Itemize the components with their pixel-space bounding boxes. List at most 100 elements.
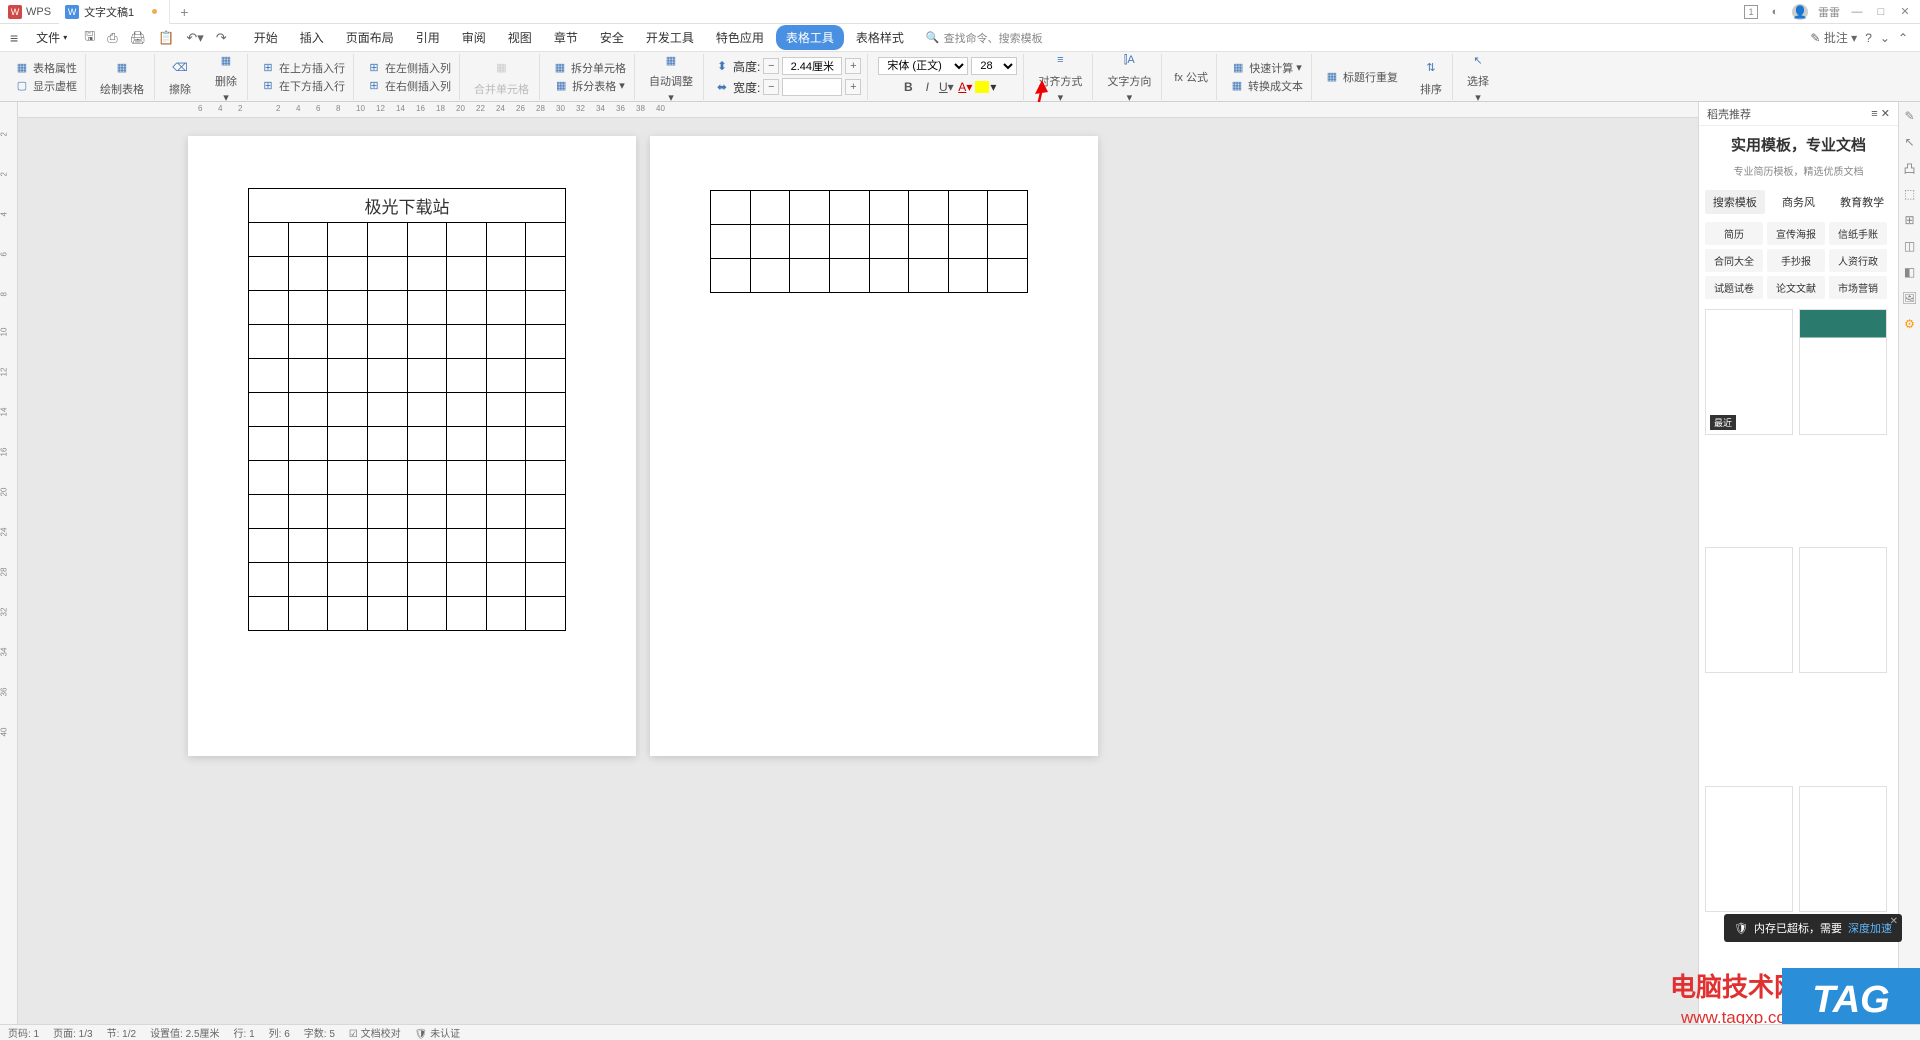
- spellcheck-button[interactable]: ☑ 文档校对: [349, 1025, 401, 1040]
- save-icon[interactable]: 🖫: [79, 25, 100, 51]
- panel-close-icon[interactable]: ✕: [1881, 108, 1890, 120]
- split-table-button[interactable]: ▦拆分表格 ▾: [551, 77, 627, 95]
- cat-hr[interactable]: 人资行政: [1829, 249, 1887, 272]
- sort-button[interactable]: ⇅排序: [1416, 57, 1446, 97]
- autofit-button[interactable]: ▦自动调整▾: [645, 49, 697, 104]
- status-words[interactable]: 字数: 5: [304, 1025, 335, 1040]
- template-thumb[interactable]: [1799, 547, 1887, 673]
- header-repeat-button[interactable]: ▦标题行重复: [1322, 68, 1400, 86]
- document-tab[interactable]: W 文字文稿1: [59, 0, 170, 24]
- cat-exam[interactable]: 试题试卷: [1705, 276, 1763, 299]
- hamburger-icon[interactable]: ≡: [4, 28, 24, 48]
- formula-button[interactable]: fx 公式: [1172, 68, 1210, 86]
- insert-row-above[interactable]: ⊞在上方插入行: [258, 59, 347, 77]
- insert-row-below[interactable]: ⊞在下方插入行: [258, 77, 347, 95]
- notif-link[interactable]: 深度加速: [1848, 920, 1892, 936]
- tab-security[interactable]: 安全: [590, 25, 634, 50]
- to-text-button[interactable]: ▦转换成文本: [1227, 77, 1305, 95]
- height-input[interactable]: [782, 57, 842, 75]
- select-button[interactable]: ↖选择▾: [1463, 49, 1493, 104]
- tool-limit-icon[interactable]: ⊞: [1902, 212, 1918, 228]
- fontcolor-button[interactable]: A▾: [956, 78, 974, 96]
- document-table-2[interactable]: [710, 190, 1028, 293]
- auth-status[interactable]: 🛡 未认证: [415, 1025, 460, 1040]
- undo-icon[interactable]: ↶▾: [181, 28, 208, 48]
- italic-button[interactable]: I: [918, 78, 936, 96]
- cat-market[interactable]: 市场营销: [1829, 276, 1887, 299]
- min-ribbon-icon[interactable]: ⌄: [1880, 31, 1890, 45]
- tab-section[interactable]: 章节: [544, 25, 588, 50]
- panel-pin-icon[interactable]: ≡: [1871, 108, 1877, 120]
- tab-insert[interactable]: 插入: [290, 25, 334, 50]
- width-dec[interactable]: −: [763, 79, 779, 95]
- erase-button[interactable]: ⌫擦除: [165, 57, 195, 97]
- minimize-button[interactable]: —: [1850, 5, 1864, 19]
- expand-icon[interactable]: ⌃: [1898, 31, 1908, 45]
- table-title-cell[interactable]: 极光下载站: [249, 189, 566, 223]
- text-dir-button[interactable]: ⫿A文字方向▾: [1103, 49, 1155, 104]
- tool-chart-icon[interactable]: ◫: [1902, 238, 1918, 254]
- tab-review[interactable]: 审阅: [452, 25, 496, 50]
- help-icon[interactable]: ?: [1865, 31, 1872, 45]
- template-thumb[interactable]: 最近: [1705, 309, 1793, 435]
- tab-special[interactable]: 特色应用: [706, 25, 774, 50]
- cat-contract[interactable]: 合同大全: [1705, 249, 1763, 272]
- tab-table-tools[interactable]: 表格工具: [776, 25, 844, 50]
- merge-cells-button[interactable]: ▦合并单元格: [470, 57, 533, 97]
- print-preview-icon[interactable]: ⎙: [102, 28, 122, 48]
- status-pages[interactable]: 页面: 1/3: [53, 1025, 92, 1040]
- new-tab-button[interactable]: +: [170, 4, 198, 20]
- cat-resume[interactable]: 简历: [1705, 222, 1763, 245]
- height-inc[interactable]: +: [845, 58, 861, 74]
- user-avatar[interactable]: 👤: [1792, 4, 1808, 20]
- tab-layout[interactable]: 页面布局: [336, 25, 404, 50]
- template-thumb[interactable]: [1799, 309, 1887, 435]
- bold-button[interactable]: B: [899, 78, 917, 96]
- skin-icon[interactable]: ◐: [1768, 5, 1782, 19]
- document-canvas[interactable]: 极光下载站: [18, 118, 1698, 1024]
- table-props-button[interactable]: ▦表格属性: [12, 59, 79, 77]
- tab-table-style[interactable]: 表格样式: [846, 25, 914, 50]
- side-tab-edu[interactable]: 教育教学: [1832, 190, 1892, 214]
- cat-poster[interactable]: 宣传海报: [1767, 222, 1825, 245]
- file-menu[interactable]: 文件 ▾: [26, 27, 77, 48]
- cat-hand[interactable]: 手抄报: [1767, 249, 1825, 272]
- tool-shape-icon[interactable]: ⬚: [1902, 186, 1918, 202]
- document-table-1[interactable]: 极光下载站: [248, 188, 566, 631]
- tab-dev[interactable]: 开发工具: [636, 25, 704, 50]
- template-thumb[interactable]: [1705, 547, 1793, 673]
- template-thumb[interactable]: [1799, 786, 1887, 912]
- draw-table-button[interactable]: ▦绘制表格: [96, 57, 148, 97]
- insert-col-right[interactable]: ⊞在右侧插入列: [364, 77, 453, 95]
- tab-reference[interactable]: 引用: [406, 25, 450, 50]
- tab-view[interactable]: 视图: [498, 25, 542, 50]
- workspace-icon[interactable]: 1: [1744, 5, 1758, 19]
- status-pageno[interactable]: 页码: 1: [8, 1025, 39, 1040]
- status-pos[interactable]: 设置值: 2.5厘米: [150, 1025, 219, 1040]
- comments-button[interactable]: ✎ 批注 ▾: [1810, 29, 1857, 46]
- delete-button[interactable]: ▦删除▾: [211, 49, 241, 104]
- notif-close-icon[interactable]: ✕: [1890, 916, 1898, 927]
- width-input[interactable]: [782, 78, 842, 96]
- split-cell-button[interactable]: ▦拆分单元格: [550, 59, 628, 77]
- tool-pen-icon[interactable]: ✎: [1902, 108, 1918, 124]
- tool-layer-icon[interactable]: ◧: [1902, 264, 1918, 280]
- tool-image-icon[interactable]: 🖼: [1902, 290, 1918, 306]
- insert-col-left[interactable]: ⊞在左侧插入列: [364, 59, 453, 77]
- align-button[interactable]: ≡对齐方式▾: [1034, 49, 1086, 104]
- tool-cursor-icon[interactable]: ↖: [1902, 134, 1918, 150]
- underline-button[interactable]: U▾: [937, 78, 955, 96]
- show-frame-button[interactable]: ▢显示虚框: [12, 77, 79, 95]
- close-button[interactable]: ✕: [1898, 5, 1912, 19]
- redo-icon[interactable]: ↷: [211, 28, 232, 48]
- height-dec[interactable]: −: [763, 58, 779, 74]
- tool-gear-icon[interactable]: ⚙: [1902, 316, 1918, 332]
- width-inc[interactable]: +: [845, 79, 861, 95]
- status-col[interactable]: 列: 6: [269, 1025, 290, 1040]
- tool-style-icon[interactable]: 凸: [1902, 160, 1918, 176]
- fontsize-select[interactable]: 28: [971, 57, 1017, 75]
- template-thumb[interactable]: [1705, 786, 1793, 912]
- paste-icon[interactable]: 📋: [153, 28, 179, 48]
- font-select[interactable]: 宋体 (正文): [878, 57, 968, 75]
- side-tab-business[interactable]: 商务风: [1769, 190, 1829, 214]
